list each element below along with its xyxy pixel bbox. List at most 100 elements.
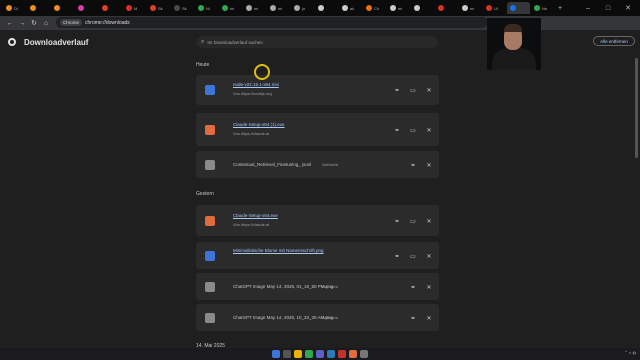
chrome-taskbar-icon[interactable] bbox=[305, 350, 313, 358]
copy-link-icon[interactable]: ⚭ bbox=[409, 283, 417, 291]
show-in-folder-icon[interactable]: ▭ bbox=[409, 86, 417, 94]
browser-tab[interactable]: M bbox=[123, 2, 146, 14]
browser-tab[interactable] bbox=[27, 2, 50, 14]
scrollbar-thumb[interactable] bbox=[635, 58, 638, 158]
close-window-icon[interactable]: ✕ bbox=[618, 0, 638, 16]
remove-icon[interactable]: ✕ bbox=[425, 161, 433, 169]
system-tray[interactable]: ⌃ ◐ ◍ bbox=[625, 350, 636, 355]
webcam-overlay bbox=[487, 18, 541, 70]
address-bar[interactable]: Chrome chrome://downloads bbox=[56, 17, 488, 28]
clear-all-button[interactable]: Alle entfernen bbox=[593, 36, 635, 46]
tab-favicon-icon bbox=[366, 5, 372, 11]
tab-label: Ch bbox=[374, 5, 380, 11]
search-icon: ⌕ bbox=[201, 38, 205, 45]
app2-taskbar-icon[interactable] bbox=[360, 350, 368, 358]
new-tab-icon[interactable]: + bbox=[555, 0, 565, 16]
tab-favicon-icon bbox=[6, 5, 12, 11]
tab-favicon-icon bbox=[342, 5, 348, 11]
browser-tab[interactable]: Ul bbox=[483, 2, 506, 14]
browser-tab[interactable]: jo bbox=[291, 2, 314, 14]
claude-taskbar-icon[interactable] bbox=[349, 350, 357, 358]
browser-tab[interactable]: ak bbox=[339, 2, 362, 14]
copy-link-icon[interactable]: ⚭ bbox=[409, 314, 417, 322]
copy-link-icon[interactable]: ⚭ bbox=[393, 86, 401, 94]
browser-tab[interactable] bbox=[411, 2, 434, 14]
scrollbar[interactable] bbox=[635, 56, 638, 346]
taskbar-search-icon[interactable] bbox=[283, 350, 291, 358]
browser-tab[interactable]: ne bbox=[459, 2, 482, 14]
download-item: Claude-Setup-x64 (1).exe Von https://clau… bbox=[196, 113, 439, 146]
download-filename[interactable]: Claude-Setup-x64 (1).exe bbox=[233, 122, 285, 127]
browser-tab[interactable]: Sk bbox=[171, 2, 194, 14]
browser-tab[interactable]: mi bbox=[243, 2, 266, 14]
browser-tab[interactable]: mi bbox=[219, 2, 242, 14]
chrome-chip: Chrome bbox=[60, 19, 83, 26]
minimize-icon[interactable]: – bbox=[578, 0, 598, 16]
tab-label: mi bbox=[254, 5, 259, 11]
browser-tab[interactable]: mi bbox=[387, 2, 410, 14]
tab-label: Di bbox=[14, 5, 18, 11]
tab-favicon-icon bbox=[246, 5, 252, 11]
tab-favicon-icon bbox=[510, 5, 516, 11]
browser-tab[interactable] bbox=[51, 2, 74, 14]
file-icon bbox=[205, 282, 215, 292]
copy-link-icon[interactable]: ⚭ bbox=[409, 161, 417, 169]
browser-tab[interactable]: Ne bbox=[531, 2, 554, 14]
browser-tab[interactable] bbox=[99, 2, 122, 14]
tab-favicon-icon bbox=[486, 5, 492, 11]
tab-favicon-icon bbox=[270, 5, 276, 11]
show-in-folder-icon[interactable]: ▭ bbox=[409, 217, 417, 225]
back-icon[interactable]: ← bbox=[4, 17, 16, 29]
download-source: Von https://claude.ai bbox=[233, 222, 270, 227]
copy-link-icon[interactable]: ⚭ bbox=[393, 126, 401, 134]
remove-icon[interactable]: ✕ bbox=[425, 314, 433, 322]
remove-icon[interactable]: ✕ bbox=[425, 283, 433, 291]
tab-label: Ne bbox=[542, 5, 548, 11]
download-item: Claude-Setup-x64.exe Von https://claude.a… bbox=[196, 205, 439, 236]
copy-link-icon[interactable]: ⚭ bbox=[393, 252, 401, 260]
search-input[interactable] bbox=[207, 39, 408, 45]
reload-icon[interactable]: ↻ bbox=[28, 17, 40, 29]
app-taskbar-icon[interactable] bbox=[316, 350, 324, 358]
show-in-folder-icon[interactable]: ▭ bbox=[409, 252, 417, 260]
remove-icon[interactable]: ✕ bbox=[425, 126, 433, 134]
browser-tab[interactable] bbox=[435, 2, 458, 14]
tab-favicon-icon bbox=[102, 5, 108, 11]
browser-tab[interactable] bbox=[507, 2, 530, 14]
file-icon bbox=[205, 160, 215, 170]
remove-icon[interactable]: ✕ bbox=[425, 252, 433, 260]
tab-favicon-icon bbox=[198, 5, 204, 11]
download-filename[interactable]: node-v22.15.1-x64.msi bbox=[233, 82, 279, 87]
browser-tab[interactable]: Ch bbox=[363, 2, 386, 14]
download-item: node-v22.15.1-x64.msi Von https://nodejs.… bbox=[196, 75, 439, 105]
browser-tab[interactable]: mi bbox=[267, 2, 290, 14]
home-icon[interactable]: ⌂ bbox=[40, 17, 52, 29]
remove-icon[interactable]: ✕ bbox=[425, 86, 433, 94]
browser-tab[interactable] bbox=[75, 2, 98, 14]
search-field[interactable]: ⌕ bbox=[196, 36, 438, 48]
file-explorer-icon[interactable] bbox=[294, 350, 302, 358]
forward-icon[interactable]: → bbox=[16, 17, 28, 29]
vscode-taskbar-icon[interactable] bbox=[327, 350, 335, 358]
recorder-taskbar-icon[interactable] bbox=[338, 350, 346, 358]
tab-label: Sk bbox=[158, 5, 163, 11]
start-icon[interactable] bbox=[272, 350, 280, 358]
tab-favicon-icon bbox=[222, 5, 228, 11]
browser-tab[interactable] bbox=[315, 2, 338, 14]
download-filename: Contextual_Retrieval_Finetuning_ jsonl bbox=[233, 162, 312, 167]
tab-strip: Di M Sk Sk Ni mi mi mi jo ak Ch mi ne Ul Ne + bbox=[0, 0, 640, 16]
download-filename[interactable]: Minimalistische Blume mit Namensschrift.… bbox=[233, 248, 324, 253]
download-item: ChatGPT Image May 14, 2025, 01_19_50 PM.… bbox=[196, 273, 439, 300]
tab-favicon-icon bbox=[390, 5, 396, 11]
download-filename[interactable]: Claude-Setup-x64.exe bbox=[233, 213, 278, 218]
browser-tab[interactable]: Ni bbox=[195, 2, 218, 14]
remove-icon[interactable]: ✕ bbox=[425, 217, 433, 225]
tab-favicon-icon bbox=[414, 5, 420, 11]
section-yesterday: Gestern bbox=[196, 191, 214, 197]
browser-tab[interactable]: Di bbox=[3, 2, 26, 14]
show-in-folder-icon[interactable]: ▭ bbox=[409, 126, 417, 134]
presenter-hair bbox=[504, 24, 522, 32]
copy-link-icon[interactable]: ⚭ bbox=[393, 217, 401, 225]
maximize-icon[interactable]: □ bbox=[598, 0, 618, 16]
browser-tab[interactable]: Sk bbox=[147, 2, 170, 14]
